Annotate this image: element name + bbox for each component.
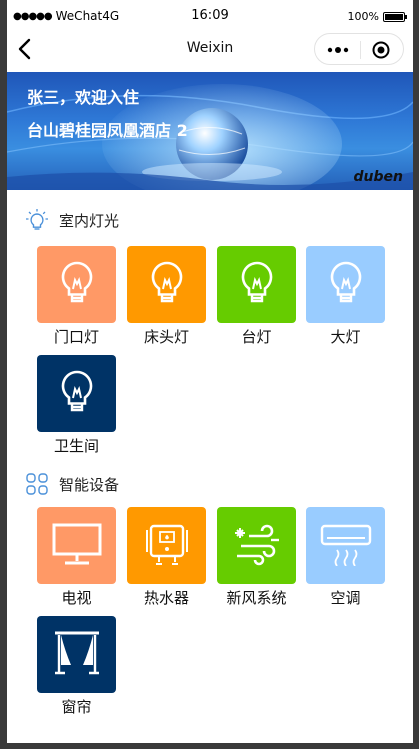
devices-tile[interactable]: 空调 bbox=[306, 507, 385, 612]
bulb-icon bbox=[57, 259, 97, 311]
devices-tile[interactable]: 热水器 bbox=[127, 507, 206, 612]
devices-tile-label: 新风系统 bbox=[226, 589, 287, 607]
greeting-text: 张三，欢迎入住 bbox=[27, 88, 140, 107]
devices-tile-label: 空调 bbox=[330, 589, 361, 607]
devices-tile-label: 窗帘 bbox=[61, 698, 92, 716]
lights-tile-label: 大灯 bbox=[330, 328, 361, 346]
section-title-devices: 智能设备 bbox=[59, 475, 120, 494]
section-header-devices: 智能设备 bbox=[25, 472, 119, 496]
lights-tile-label: 床头灯 bbox=[143, 328, 189, 346]
tv-icon bbox=[51, 520, 103, 572]
lights-tile[interactable]: 大灯 bbox=[306, 246, 385, 351]
battery-icon bbox=[383, 11, 407, 22]
lights-tile[interactable]: 门口灯 bbox=[37, 246, 116, 351]
lights-tile-button[interactable] bbox=[37, 246, 116, 323]
device-grid-icon bbox=[26, 473, 48, 495]
lights-tile[interactable]: 卫生间 bbox=[37, 355, 116, 460]
devices-tile[interactable]: 窗帘 bbox=[37, 616, 116, 721]
devices-tile-label: 热水器 bbox=[143, 589, 189, 607]
capsule-divider bbox=[360, 41, 361, 59]
lights-tile-label: 卫生间 bbox=[53, 437, 99, 455]
close-target-icon[interactable] bbox=[372, 41, 390, 59]
lights-tile[interactable]: 台灯 bbox=[217, 246, 296, 351]
lightbulb-outline-icon bbox=[26, 209, 48, 230]
bulb-icon bbox=[326, 259, 366, 311]
bulb-icon bbox=[147, 259, 187, 311]
devices-tile-label: 电视 bbox=[61, 589, 92, 607]
lights-tile-label: 门口灯 bbox=[53, 328, 99, 346]
devices-tile[interactable]: 新风系统 bbox=[217, 507, 296, 612]
phone-screen: ●●●●● WeChat4G 16:09 100% Weixin 张三，欢迎入住… bbox=[7, 0, 413, 743]
curtain-icon bbox=[53, 629, 101, 681]
devices-tile-button[interactable] bbox=[37, 507, 116, 584]
battery-percent: 100% bbox=[347, 10, 379, 23]
mini-program-capsule bbox=[314, 33, 404, 65]
status-bar: ●●●●● WeChat4G 16:09 100% bbox=[7, 0, 413, 30]
devices-tile-button[interactable] bbox=[127, 507, 206, 584]
welcome-banner: 张三，欢迎入住 台山碧桂园凤凰酒店 2 duben bbox=[7, 72, 413, 190]
fresh-air-icon bbox=[231, 522, 283, 570]
more-icon[interactable] bbox=[327, 47, 349, 53]
lights-tile[interactable]: 床头灯 bbox=[127, 246, 206, 351]
section-title-lights: 室内灯光 bbox=[59, 211, 120, 230]
nav-bar: Weixin bbox=[7, 30, 413, 70]
devices-tile-button[interactable] bbox=[37, 616, 116, 693]
lights-tile-button[interactable] bbox=[37, 355, 116, 432]
devices-tile[interactable]: 电视 bbox=[37, 507, 116, 612]
hotel-name-text: 台山碧桂园凤凰酒店 2 bbox=[27, 121, 188, 140]
lights-tile-button[interactable] bbox=[306, 246, 385, 323]
water-heater-icon bbox=[143, 518, 191, 574]
air-conditioner-icon bbox=[319, 522, 373, 570]
section-header-lights: 室内灯光 bbox=[25, 208, 119, 232]
lights-tile-label: 台灯 bbox=[241, 328, 272, 346]
devices-tile-button[interactable] bbox=[217, 507, 296, 584]
bulb-icon bbox=[237, 259, 277, 311]
devices-tile-button[interactable] bbox=[306, 507, 385, 584]
bulb-icon bbox=[57, 368, 97, 420]
brand-logo: duben bbox=[353, 169, 403, 185]
lights-tile-button[interactable] bbox=[127, 246, 206, 323]
lights-tile-button[interactable] bbox=[217, 246, 296, 323]
